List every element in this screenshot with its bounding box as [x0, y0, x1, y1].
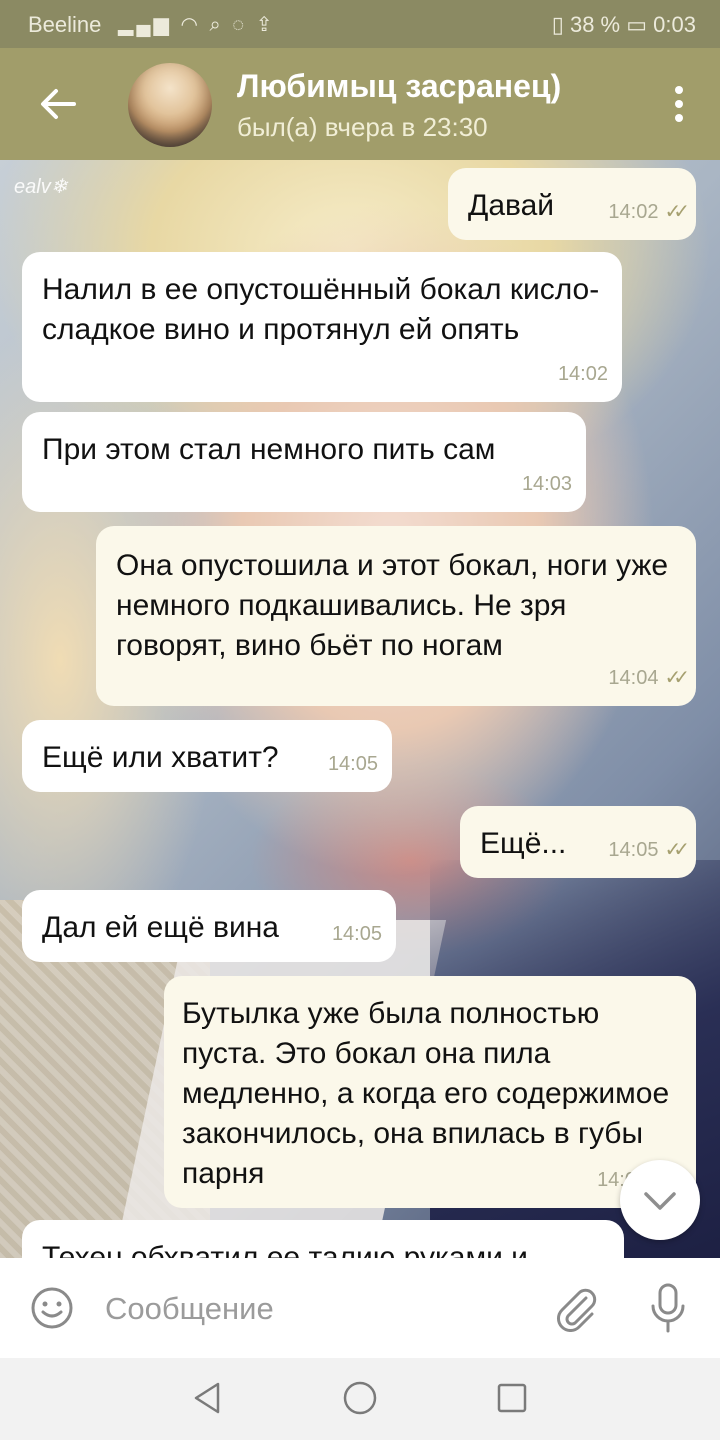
- message-bubble-outgoing[interactable]: Бутылка уже была полностью пуста. Это бо…: [164, 976, 696, 1208]
- message-meta: 14:05 ✓✓: [608, 830, 689, 870]
- message-time: 14:05: [327, 753, 378, 775]
- carrier-name: Beeline: [28, 12, 102, 37]
- nav-home-icon[interactable]: [342, 1380, 378, 1416]
- contact-name[interactable]: Любимыц засранец): [237, 68, 561, 105]
- more-options-icon[interactable]: [672, 86, 686, 126]
- message-text: Дал ей ещё вина: [42, 911, 279, 944]
- upload-icon: ⇪: [255, 14, 276, 36]
- emoji-icon[interactable]: [30, 1286, 74, 1330]
- last-seen-status: был(а) вчера в 23:30: [237, 112, 488, 142]
- back-arrow-icon[interactable]: [36, 82, 80, 126]
- status-right: ▯ 38 % ▭ 0:03: [552, 12, 696, 38]
- whatsapp-icon: ◌: [232, 14, 248, 36]
- clock: 0:03: [653, 12, 696, 37]
- chat-header: Любимыц засранец) был(а) вчера в 23:30: [0, 48, 720, 160]
- message-time: 14:03: [521, 473, 572, 495]
- message-time: 14:02: [608, 201, 659, 223]
- message-bubble-outgoing[interactable]: Ещё... 14:05 ✓✓: [460, 806, 696, 878]
- message-time: 14:05: [331, 923, 382, 945]
- message-bubble-outgoing[interactable]: Давай 14:02 ✓✓: [448, 168, 696, 240]
- message-text: Ещё или хватит?: [42, 741, 279, 774]
- system-navigation-bar: [0, 1358, 720, 1440]
- message-bubble-incoming[interactable]: Ещё или хватит? 14:05: [22, 720, 392, 792]
- chat-area[interactable]: ealv❄ Давай 14:02 ✓✓ Налил в ее опустошён…: [0, 160, 720, 1258]
- search-icon: ⌕: [209, 14, 224, 36]
- battery-level: 38 %: [569, 12, 621, 37]
- nav-recents-icon[interactable]: [496, 1382, 528, 1414]
- message-time: 14:05: [608, 839, 659, 861]
- message-input[interactable]: Сообщение: [105, 1291, 274, 1327]
- wifi-icon: ◠: [180, 14, 201, 36]
- read-check-icon: ✓✓: [664, 839, 689, 861]
- read-check-icon: ✓✓: [664, 201, 689, 223]
- message-meta: 14:04 ✓✓: [608, 658, 689, 698]
- message-time: 14:04: [608, 667, 659, 689]
- status-bar: Beeline ▂▄▆ ◠ ⌕ ◌ ⇪ ▯ 38 % ▭ 0:03: [0, 0, 720, 48]
- message-text: Налил в ее опустошённый бокал кисло-слад…: [42, 273, 600, 346]
- microphone-icon[interactable]: [646, 1282, 690, 1334]
- wallpaper-signature: ealv❄: [14, 176, 68, 198]
- message-input-bar: Сообщение: [0, 1258, 720, 1358]
- vibrate-icon: ▯: [551, 12, 564, 37]
- message-time: 14:02: [557, 363, 608, 385]
- attach-icon[interactable]: [552, 1284, 600, 1332]
- message-bubble-incoming[interactable]: Налил в ее опустошённый бокал кисло-слад…: [22, 252, 622, 402]
- signal-icon: ▂▄▆: [118, 14, 172, 36]
- scroll-to-bottom-button[interactable]: [620, 1160, 700, 1240]
- chevron-down-icon: [644, 1192, 676, 1210]
- message-bubble-incoming[interactable]: При этом стал немного пить сам 14:03: [22, 412, 586, 512]
- message-meta: 14:02 ✓✓: [608, 192, 689, 232]
- contact-avatar[interactable]: [128, 63, 212, 147]
- read-check-icon: ✓✓: [664, 667, 689, 689]
- message-text: Она опустошила и этот бокал, ноги уже не…: [116, 549, 669, 662]
- message-text: При этом стал немного пить сам: [42, 433, 496, 466]
- message-text: Техен обхватил ее талию руками и: [42, 1241, 528, 1258]
- message-bubble-outgoing[interactable]: Она опустошила и этот бокал, ноги уже не…: [96, 526, 696, 706]
- message-bubble-incoming[interactable]: Техен обхватил ее талию руками и: [22, 1220, 624, 1258]
- message-bubble-incoming[interactable]: Дал ей ещё вина 14:05: [22, 890, 396, 962]
- battery-icon: ▭: [626, 12, 648, 37]
- status-icons: ▂▄▆ ◠ ⌕ ◌ ⇪: [118, 12, 276, 37]
- nav-back-icon[interactable]: [190, 1380, 226, 1416]
